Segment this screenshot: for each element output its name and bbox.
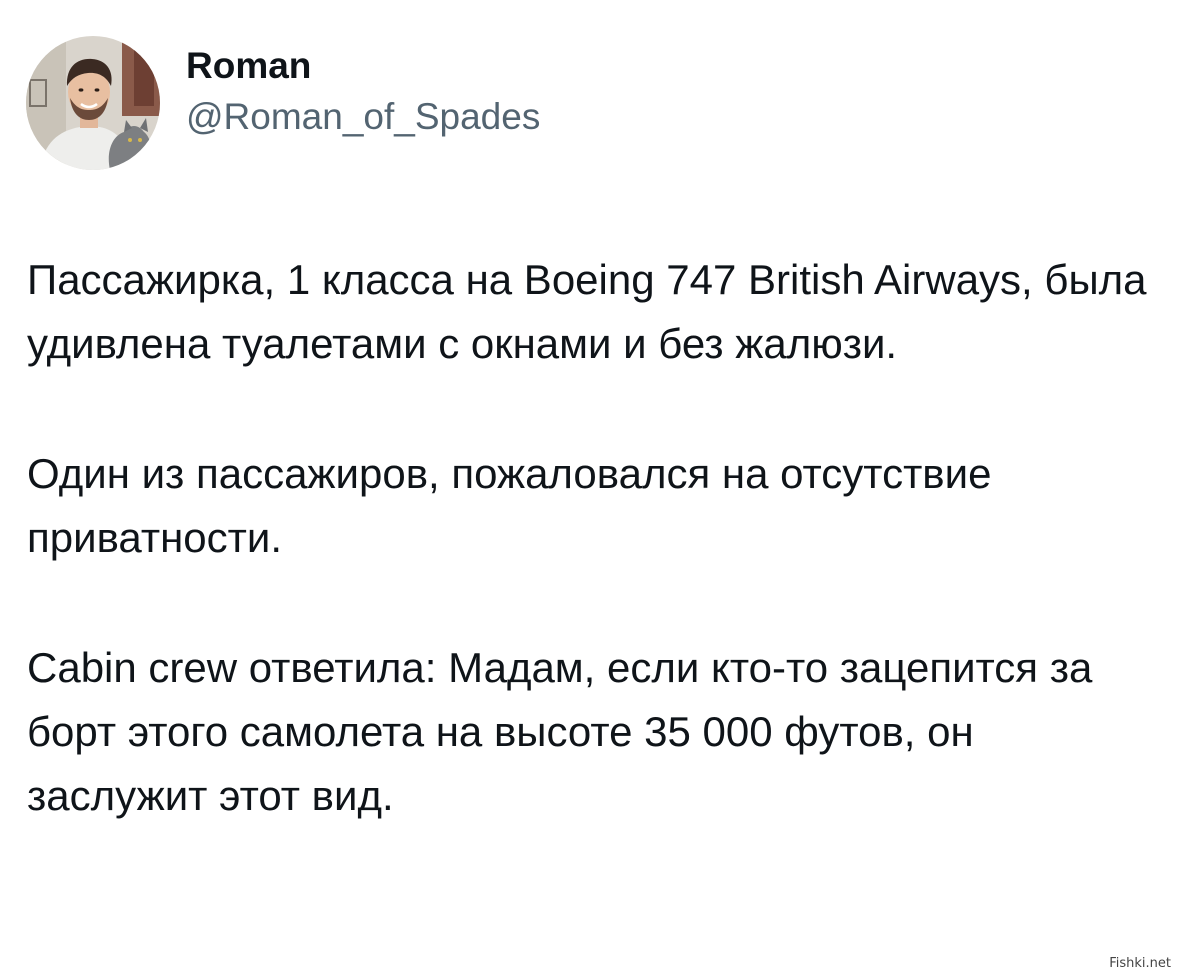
author-display-name[interactable]: Roman bbox=[186, 45, 540, 87]
tweet-paragraph-2: Один из пассажиров, пожаловался на отсут… bbox=[27, 450, 992, 561]
watermark: Fishki.net bbox=[1109, 956, 1171, 971]
avatar[interactable] bbox=[26, 36, 160, 170]
tweet-paragraph-3: Cabin crew ответила: Мадам, если кто-то … bbox=[27, 644, 1093, 819]
tweet-header: Roman @Roman_of_Spades bbox=[26, 36, 540, 170]
avatar-photo bbox=[26, 36, 160, 170]
tweet-text: Пассажирка, 1 класса на Boeing 747 Briti… bbox=[27, 248, 1152, 828]
author-handle[interactable]: @Roman_of_Spades bbox=[186, 96, 540, 138]
tweet-paragraph-1: Пассажирка, 1 класса на Boeing 747 Briti… bbox=[27, 256, 1147, 367]
author-info: Roman @Roman_of_Spades bbox=[186, 45, 540, 138]
